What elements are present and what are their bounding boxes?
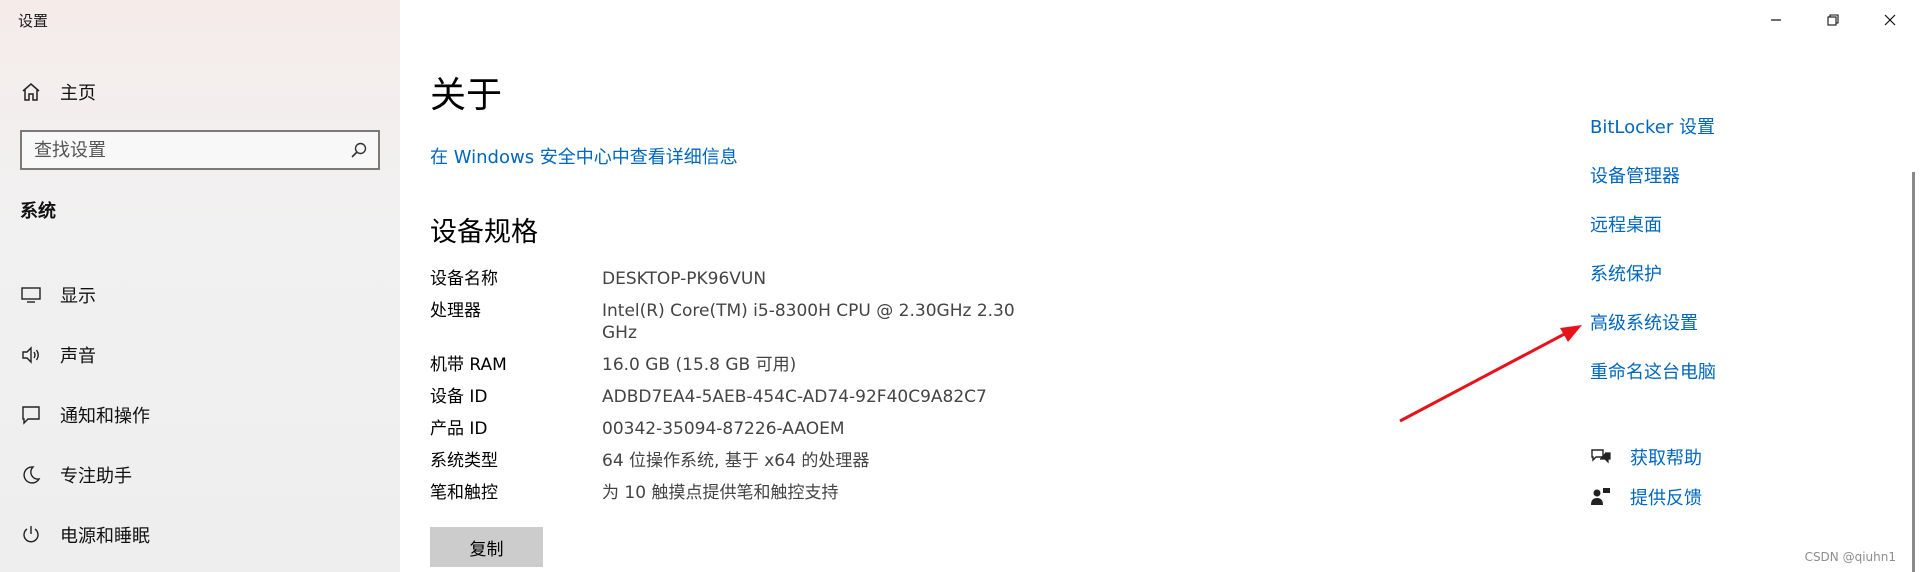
device-manager-link[interactable]: 设备管理器 bbox=[1590, 165, 1716, 214]
spec-value: Intel(R) Core(TM) i5-8300H CPU @ 2.30GHz… bbox=[602, 301, 1015, 343]
spec-value: 为 10 触摸点提供笔和触控支持 bbox=[602, 483, 839, 503]
sidebar-item-label: 电源和睡眠 bbox=[60, 526, 150, 547]
nav-home-label: 主页 bbox=[60, 83, 96, 104]
sidebar-item-display[interactable]: 显示 bbox=[20, 265, 150, 325]
display-icon bbox=[21, 287, 41, 303]
sidebar-item-label: 显示 bbox=[60, 286, 96, 307]
bitlocker-settings-link[interactable]: BitLocker 设置 bbox=[1590, 116, 1716, 165]
power-icon bbox=[23, 526, 39, 543]
spec-row: 机带 RAM 16.0 GB (15.8 GB 可用) bbox=[430, 354, 1022, 376]
spec-value: 00342-35094-87226-AAOEM bbox=[602, 419, 845, 439]
spec-key: 处理器 bbox=[430, 301, 481, 321]
spec-key: 笔和触控 bbox=[430, 483, 498, 503]
search-icon[interactable] bbox=[350, 141, 368, 159]
get-help-link[interactable]: 获取帮助 bbox=[1630, 444, 1702, 470]
advanced-system-settings-link[interactable]: 高级系统设置 bbox=[1590, 312, 1716, 361]
watermark: CSDN @qiuhn1 bbox=[1804, 550, 1896, 564]
scrollbar[interactable] bbox=[1912, 172, 1915, 572]
restore-icon bbox=[1827, 14, 1839, 26]
spec-row: 笔和触控 为 10 触摸点提供笔和触控支持 bbox=[430, 482, 1022, 504]
sidebar-item-power-sleep[interactable]: 电源和睡眠 bbox=[20, 505, 150, 565]
speaker-icon bbox=[22, 346, 39, 364]
spec-value: 64 位操作系统, 基于 x64 的处理器 bbox=[602, 451, 870, 471]
spec-row: 系统类型 64 位操作系统, 基于 x64 的处理器 bbox=[430, 450, 1022, 472]
spec-key: 设备 ID bbox=[430, 387, 488, 407]
search-box[interactable] bbox=[20, 130, 380, 170]
search-input[interactable] bbox=[22, 132, 350, 168]
minimize-button[interactable] bbox=[1748, 0, 1804, 40]
spec-row: 设备 ID ADBD7EA4-5AEB-454C-AD74-92F40C9A82… bbox=[430, 386, 1022, 408]
restore-button[interactable] bbox=[1805, 0, 1861, 40]
sidebar-item-label: 通知和操作 bbox=[60, 406, 150, 427]
sidebar-section-system: 系统 bbox=[20, 201, 56, 222]
windows-security-link[interactable]: 在 Windows 安全中心中查看详细信息 bbox=[430, 143, 738, 169]
nav-home[interactable]: 主页 bbox=[20, 78, 96, 106]
spec-value: 16.0 GB (15.8 GB 可用) bbox=[602, 355, 797, 375]
moon-icon bbox=[23, 466, 41, 484]
get-help-row[interactable]: 获取帮助 bbox=[1590, 444, 1702, 470]
spec-row: 设备名称 DESKTOP-PK96VUN bbox=[430, 268, 1022, 290]
spec-value: DESKTOP-PK96VUN bbox=[602, 269, 767, 289]
sidebar-item-label: 声音 bbox=[60, 346, 96, 367]
page-title: 关于 bbox=[430, 75, 503, 116]
sidebar-nav: 显示 声音 通知和操作 专注助手 电源和睡眠 bbox=[20, 265, 150, 565]
device-specs-table: 设备名称 DESKTOP-PK96VUN 处理器 Intel(R) Core(T… bbox=[430, 268, 1022, 514]
related-settings: BitLocker 设置 设备管理器 远程桌面 系统保护 高级系统设置 重命名这… bbox=[1590, 116, 1716, 410]
annotation-arrow-line bbox=[1399, 328, 1573, 423]
spec-key: 设备名称 bbox=[430, 269, 498, 289]
spec-value: ADBD7EA4-5AEB-454C-AD74-92F40C9A82C7 bbox=[602, 387, 987, 407]
sidebar-item-focus-assist[interactable]: 专注助手 bbox=[20, 445, 150, 505]
system-protection-link[interactable]: 系统保护 bbox=[1590, 263, 1716, 312]
copy-button[interactable]: 复制 bbox=[430, 527, 543, 567]
spec-row: 产品 ID 00342-35094-87226-AAOEM bbox=[430, 418, 1022, 440]
feedback-person-icon bbox=[1591, 488, 1610, 505]
sidebar-item-label: 专注助手 bbox=[60, 466, 132, 487]
device-specs-heading: 设备规格 bbox=[430, 217, 538, 248]
home-icon bbox=[22, 83, 40, 101]
close-icon bbox=[1884, 14, 1896, 26]
give-feedback-link[interactable]: 提供反馈 bbox=[1630, 484, 1702, 510]
spec-key: 产品 ID bbox=[430, 419, 488, 439]
notification-icon bbox=[22, 406, 40, 425]
sidebar: 设置 主页 系统 显示 声音 bbox=[0, 0, 400, 572]
help-chat-icon bbox=[1591, 449, 1611, 464]
give-feedback-row[interactable]: 提供反馈 bbox=[1590, 484, 1702, 510]
spec-key: 系统类型 bbox=[430, 451, 498, 471]
sidebar-item-sound[interactable]: 声音 bbox=[20, 325, 150, 385]
minimize-icon bbox=[1771, 19, 1781, 21]
rename-pc-link[interactable]: 重命名这台电脑 bbox=[1590, 361, 1716, 410]
remote-desktop-link[interactable]: 远程桌面 bbox=[1590, 214, 1716, 263]
sidebar-item-notifications[interactable]: 通知和操作 bbox=[20, 385, 150, 445]
close-button[interactable] bbox=[1862, 0, 1918, 40]
spec-key: 机带 RAM bbox=[430, 355, 507, 375]
spec-row: 处理器 Intel(R) Core(TM) i5-8300H CPU @ 2.3… bbox=[430, 300, 1022, 344]
window-title: 设置 bbox=[18, 12, 49, 30]
annotation-arrowhead bbox=[1560, 325, 1582, 342]
